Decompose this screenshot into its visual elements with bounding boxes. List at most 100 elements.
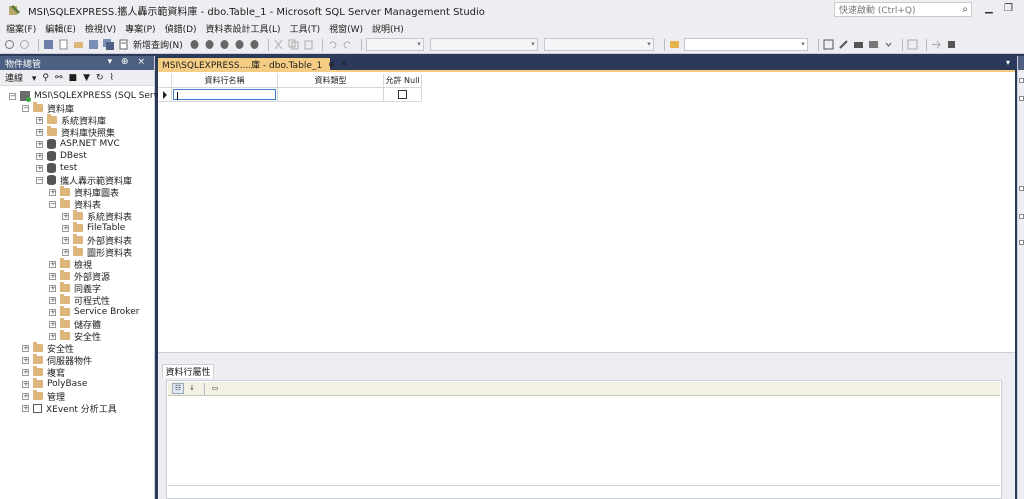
dax-query-icon[interactable] <box>249 39 260 50</box>
menu-project[interactable]: 專案(P) <box>125 22 155 35</box>
expand-icon[interactable]: + <box>49 320 56 328</box>
expand-icon[interactable]: + <box>22 404 29 412</box>
new-query-icon[interactable] <box>118 39 129 50</box>
tree-node[interactable]: + FileTable <box>0 222 154 234</box>
panel-toggle-icon[interactable] <box>1019 214 1024 219</box>
tree-node[interactable]: + ASP.NET MVC <box>0 138 154 150</box>
connect-dropdown[interactable]: 連線 ▾ <box>5 71 36 84</box>
close-icon[interactable]: × <box>340 59 348 69</box>
menu-help[interactable]: 說明(H) <box>372 22 404 35</box>
restore-icon[interactable]: ❐ <box>1004 3 1013 14</box>
tree-node[interactable]: + 安全性 <box>0 342 154 355</box>
new-project-icon[interactable] <box>43 39 54 50</box>
expand-icon[interactable]: + <box>22 356 29 364</box>
expand-icon[interactable]: + <box>36 164 43 172</box>
properties-window-icon[interactable] <box>1019 96 1024 101</box>
tree-node[interactable]: − 資料庫 <box>0 102 154 115</box>
menu-edit[interactable]: 編輯(E) <box>45 22 76 35</box>
tab-table-designer[interactable]: MSI\SQLEXPRESS....庫 - dbo.Table_1 ⊕ × <box>158 58 347 71</box>
xmla-query-icon[interactable] <box>234 39 245 50</box>
properties-window-icon[interactable] <box>1019 78 1024 83</box>
menu-file[interactable]: 檔案(F) <box>6 22 36 35</box>
expand-icon[interactable]: + <box>22 392 29 400</box>
tree-node[interactable]: + 管理 <box>0 390 154 403</box>
expand-icon[interactable]: + <box>62 212 69 220</box>
copy-icon[interactable] <box>288 39 299 50</box>
tree-node[interactable]: + Service Broker <box>0 306 154 318</box>
forward-icon[interactable] <box>19 39 30 50</box>
row-selector[interactable] <box>158 88 172 102</box>
expand-icon[interactable]: + <box>49 188 56 196</box>
expand-icon[interactable]: + <box>22 380 29 388</box>
database-query-icon[interactable] <box>189 39 200 50</box>
find-icon[interactable] <box>669 39 680 50</box>
new-query-button[interactable]: 新增查詢(N) <box>133 38 183 51</box>
new-file-icon[interactable] <box>58 39 69 50</box>
tree-node[interactable]: + 可程式性 <box>0 294 154 307</box>
expand-icon[interactable]: + <box>22 368 29 376</box>
tree-node[interactable]: + PolyBase <box>0 378 154 390</box>
expand-icon[interactable]: + <box>22 344 29 352</box>
refresh-icon[interactable]: ↻ <box>96 73 104 83</box>
redo-icon[interactable] <box>342 39 353 50</box>
disconnect-icon[interactable]: ⚯ <box>55 73 63 83</box>
categorized-icon[interactable]: ☷ <box>172 383 184 394</box>
alphabetical-icon[interactable]: ↓ <box>186 383 198 394</box>
tree-node[interactable]: + test <box>0 162 154 174</box>
menu-tools[interactable]: 工具(T) <box>290 22 321 35</box>
back-icon[interactable] <box>4 39 15 50</box>
expand-icon[interactable]: + <box>62 236 69 244</box>
tab-column-properties[interactable]: 資料行屬性 <box>162 364 214 378</box>
tree-node[interactable]: + 複寫 <box>0 366 154 379</box>
menu-view[interactable]: 檢視(V) <box>85 22 116 35</box>
tree-node[interactable]: + 外部資源 <box>0 270 154 283</box>
expand-icon[interactable]: + <box>49 296 56 304</box>
find-input[interactable]: ▾ <box>683 38 808 51</box>
chevron-down-icon[interactable] <box>883 39 894 50</box>
data-type-cell[interactable] <box>278 88 384 102</box>
search-icon[interactable]: ⌕ <box>962 4 968 15</box>
expand-icon[interactable]: + <box>49 260 56 268</box>
allow-null-checkbox[interactable] <box>398 90 407 99</box>
expand-icon[interactable]: + <box>62 224 69 232</box>
open-folder-icon[interactable] <box>73 39 84 50</box>
pin-icon[interactable]: ⊕ <box>328 60 335 69</box>
tree-node[interactable]: + 儲存體 <box>0 318 154 331</box>
tree-node[interactable]: + 資料庫圖表 <box>0 186 154 199</box>
menu-window[interactable]: 視窗(W) <box>329 22 363 35</box>
tree-node[interactable]: + 圖形資料表 <box>0 246 154 259</box>
collapse-icon[interactable]: − <box>9 92 16 100</box>
tree-node[interactable]: + 系統資料表 <box>0 210 154 223</box>
tree-node[interactable]: + DBest <box>0 150 154 162</box>
tree-node[interactable]: + 檢視 <box>0 258 154 271</box>
properties-icon[interactable] <box>838 39 849 50</box>
expand-icon[interactable]: + <box>36 128 43 136</box>
layout-icon[interactable] <box>868 39 879 50</box>
toolbar-overflow-icon[interactable] <box>946 39 957 50</box>
undo-icon[interactable] <box>327 39 338 50</box>
paste-icon[interactable] <box>303 39 314 50</box>
panel-header-buttons[interactable]: ▾ ⊕ × <box>108 57 148 67</box>
toolbox-icon[interactable] <box>853 39 864 50</box>
filter-icon[interactable]: ▼ <box>83 73 90 83</box>
dmx-query-icon[interactable] <box>219 39 230 50</box>
tree-node[interactable]: + XEvent 分析工具 <box>0 402 154 415</box>
tree-node[interactable]: + 資料庫快照集 <box>0 126 154 139</box>
menu-debug[interactable]: 偵錯(D) <box>165 22 197 35</box>
menu-table-designer[interactable]: 資料表設計工具(L) <box>206 22 281 35</box>
save-icon[interactable] <box>88 39 99 50</box>
expand-icon[interactable]: + <box>36 140 43 148</box>
minimize-icon[interactable]: ▁ <box>985 3 993 14</box>
tree-node[interactable]: + 外部資料表 <box>0 234 154 247</box>
start-debug-dropdown[interactable]: ▾ <box>543 38 654 51</box>
column-name-cell[interactable] <box>172 88 278 102</box>
tree-node[interactable]: − 資料表 <box>0 198 154 211</box>
quick-launch-input[interactable]: 快速啟動 (Ctrl+Q) ⌕ <box>834 2 972 17</box>
tree-node[interactable]: + 系統資料庫 <box>0 114 154 127</box>
mdx-query-icon[interactable] <box>204 39 215 50</box>
solution-config-dropdown[interactable]: ▾ <box>365 38 424 51</box>
property-pages-icon[interactable]: ▭ <box>209 383 221 394</box>
comment-icon[interactable] <box>907 39 918 50</box>
tree-node[interactable]: + 伺服器物件 <box>0 354 154 367</box>
column-name-input[interactable] <box>173 89 276 100</box>
